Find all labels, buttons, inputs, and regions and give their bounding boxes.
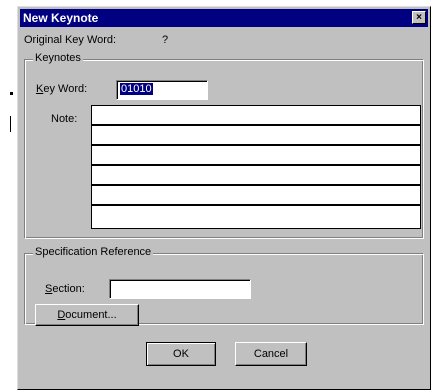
note-row[interactable] <box>92 186 420 206</box>
background-dot <box>10 92 13 95</box>
original-key-word-label: Original Key Word: <box>24 34 117 46</box>
key-word-label: Key Word: <box>36 83 87 95</box>
note-row[interactable] <box>92 166 420 186</box>
ok-button[interactable]: OK <box>146 342 216 366</box>
specification-reference-group: Specification Reference Section: Documen… <box>24 246 424 326</box>
note-label: Note: <box>51 113 78 125</box>
note-grid[interactable] <box>91 105 421 229</box>
key-word-label-rest: ey Word: <box>43 83 88 95</box>
background-window-edge <box>0 0 18 392</box>
original-key-word-value: ? <box>162 34 169 46</box>
close-icon: × <box>416 12 422 23</box>
cancel-button[interactable]: Cancel <box>235 342 307 366</box>
document-button[interactable]: Document... <box>35 304 139 326</box>
section-label-rest: ection: <box>52 283 85 295</box>
key-word-value: 01010 <box>120 83 153 95</box>
section-label: Section: <box>45 283 85 295</box>
new-keynote-dialog: New Keynote × Original Key Word: ? Keyno… <box>17 6 431 390</box>
background-tick <box>10 116 11 132</box>
key-word-input[interactable]: 01010 <box>116 80 208 100</box>
dialog-title: New Keynote <box>23 11 99 25</box>
close-button[interactable]: × <box>412 11 426 24</box>
section-input[interactable] <box>109 279 251 299</box>
note-row[interactable] <box>92 126 420 146</box>
keynotes-group: Keynotes Key Word: 01010 Note: <box>24 52 424 239</box>
note-row[interactable] <box>92 106 420 126</box>
note-row[interactable] <box>92 206 420 226</box>
keynotes-group-legend: Keynotes <box>33 52 83 64</box>
note-row[interactable] <box>92 146 420 166</box>
title-bar: New Keynote × <box>20 9 428 27</box>
document-button-rest: ocument... <box>65 309 117 321</box>
specification-reference-legend: Specification Reference <box>33 246 154 258</box>
